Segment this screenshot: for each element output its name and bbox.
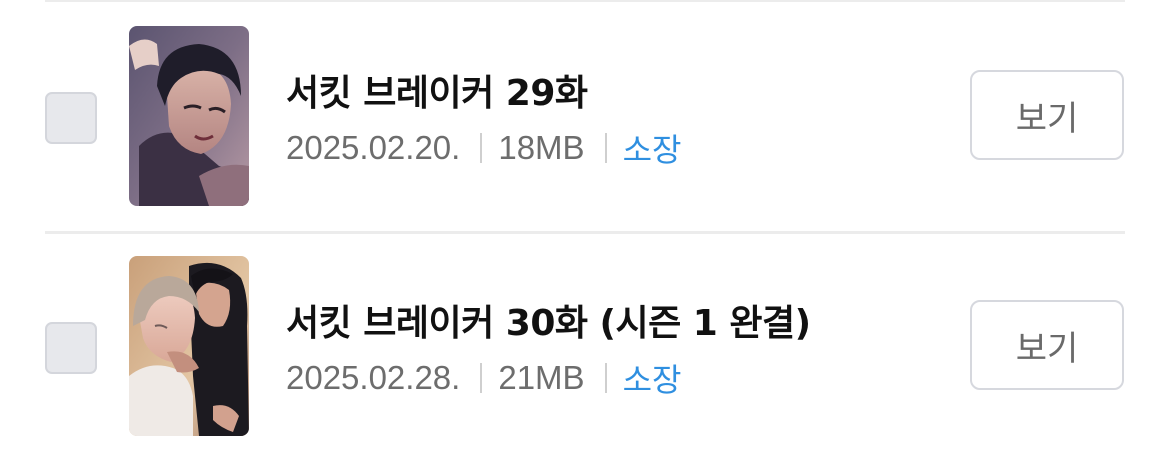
episode-file-size: 21MB bbox=[498, 359, 585, 396]
episode-title: 서킷 브레이커 30화 (시즌 1 완결) bbox=[286, 303, 811, 344]
episode-row: 서킷 브레이커 30화 (시즌 1 완결) 2025.02.28. 21MB 소… bbox=[0, 232, 1170, 462]
episode-date: 2025.02.28. bbox=[286, 359, 461, 396]
comic-cover-thumbnail-icon bbox=[129, 256, 249, 436]
view-button[interactable]: 보기 bbox=[970, 70, 1124, 160]
episode-checkbox[interactable] bbox=[45, 322, 97, 374]
episode-thumbnail[interactable] bbox=[129, 26, 249, 206]
episode-title: 서킷 브레이커 29화 bbox=[286, 73, 588, 114]
episode-row: 서킷 브레이커 29화 2025.02.20. 18MB 소장 보기 bbox=[0, 2, 1170, 234]
meta-divider bbox=[604, 133, 607, 163]
episode-file-size: 18MB bbox=[498, 129, 585, 166]
view-button[interactable]: 보기 bbox=[970, 300, 1124, 390]
meta-divider bbox=[480, 133, 483, 163]
episode-date: 2025.02.20. bbox=[286, 129, 461, 166]
meta-divider bbox=[480, 363, 483, 393]
comic-cover-thumbnail-icon bbox=[129, 26, 249, 206]
episode-meta: 2025.02.28. 21MB 소장 bbox=[286, 356, 681, 400]
episode-thumbnail[interactable] bbox=[129, 256, 249, 436]
ownership-status: 소장 bbox=[622, 361, 682, 399]
episode-checkbox[interactable] bbox=[45, 92, 97, 144]
meta-divider bbox=[604, 363, 607, 393]
episode-meta: 2025.02.20. 18MB 소장 bbox=[286, 126, 681, 170]
ownership-status: 소장 bbox=[622, 131, 682, 169]
